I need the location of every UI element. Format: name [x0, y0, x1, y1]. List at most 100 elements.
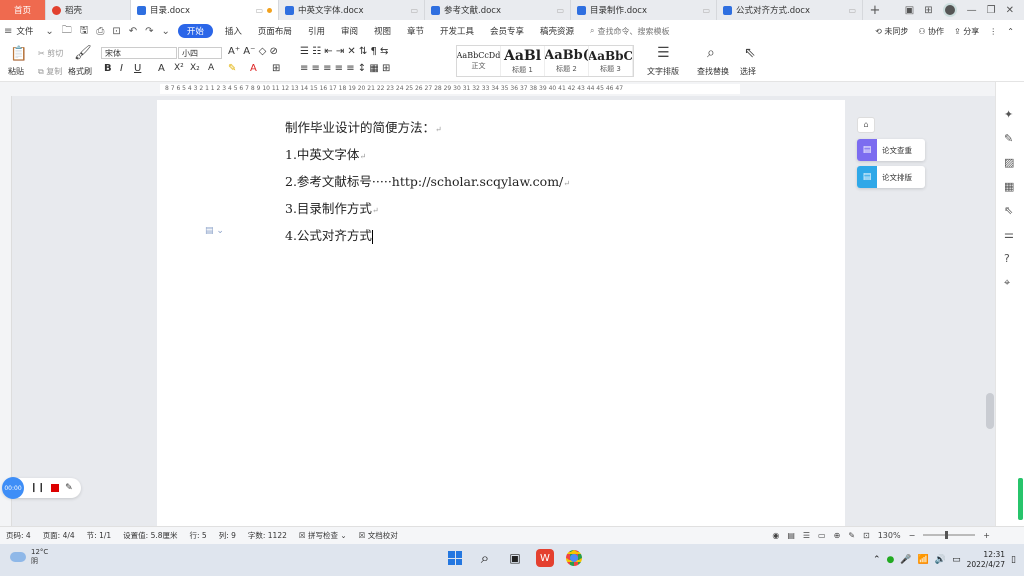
document-line-4[interactable]: 4.公式对齐方式 [285, 225, 373, 244]
format-painter-button[interactable]: 格式刷 [68, 66, 92, 77]
grid-icon[interactable]: ⊞ [924, 5, 932, 16]
bullet-list-icon[interactable]: ☰ ☷ ⇤ ⇥ ✕ ⇅ ¶ ⇆ [300, 46, 388, 57]
monitor-icon[interactable]: ▭ [255, 6, 263, 15]
menu-section[interactable]: 章节 [399, 20, 432, 42]
save-icon[interactable]: 🖫 [76, 23, 93, 40]
monitor-icon[interactable]: ▭ [556, 6, 564, 15]
layout-icon[interactable]: ▣ [905, 5, 914, 16]
fit-icon[interactable]: ⊡ [863, 531, 870, 540]
eye-icon[interactable]: ◉ [772, 531, 779, 540]
layout-panel-icon[interactable]: ▦ [1004, 180, 1014, 193]
strikethrough-icon[interactable]: A [158, 63, 165, 74]
pen-icon[interactable]: ✎ [65, 483, 73, 493]
grow-font-icon[interactable]: A⁺ A⁻ ◇ ⊘ [228, 46, 278, 57]
status-col[interactable]: 列: 9 [213, 530, 242, 541]
notification-icon[interactable]: ▯ [1011, 555, 1016, 565]
avatar[interactable] [942, 3, 957, 17]
magnifier-icon[interactable]: ⌕ [707, 45, 715, 61]
side-indicator[interactable] [1018, 478, 1023, 520]
zoom-in-icon[interactable]: + [983, 531, 990, 540]
style-normal[interactable]: AaBbCcDd 正文 [457, 46, 501, 76]
weather-widget[interactable]: 12°C 阴 [10, 548, 48, 566]
restore-icon[interactable]: ❐ [987, 5, 996, 16]
volume-icon[interactable]: 🔊 [935, 555, 946, 565]
paper-check-button[interactable]: ▤ 论文查重 [857, 139, 925, 161]
align-icons[interactable]: ≡ ≡ ≡ ≡ ≡ ↕ ▦ ⊞ [300, 63, 390, 74]
status-word-count[interactable]: 字数: 1122 [242, 530, 293, 541]
share-button[interactable]: ⇪ 分享 [954, 26, 979, 37]
outline-view-icon[interactable]: ☰ [803, 531, 810, 540]
status-pages[interactable]: 页面: 4/4 [37, 530, 81, 541]
document-line-1[interactable]: 1.中英文字体↵ [285, 144, 366, 163]
wifi-icon[interactable]: 📶 [918, 555, 929, 565]
zoom-slider-knob[interactable] [945, 531, 949, 539]
paste-icon[interactable]: 📋 [10, 46, 27, 62]
status-section[interactable]: 节: 1/1 [81, 530, 117, 541]
new-tab-icon[interactable]: + [863, 0, 887, 20]
collapse-icon[interactable]: ⌂ [857, 117, 875, 133]
mic-icon[interactable]: 🎤 [900, 555, 911, 565]
status-page-no[interactable]: 页码: 4 [0, 530, 37, 541]
bold-icon[interactable]: B [104, 63, 112, 74]
zoom-out-icon[interactable]: − [909, 531, 916, 540]
menu-member[interactable]: 会员专享 [482, 20, 532, 42]
hamburger-icon[interactable]: ≡ [0, 26, 16, 37]
page-view-icon[interactable]: ▤ [787, 531, 795, 540]
spell-check-button[interactable]: ☒ 拼写检查 ⌄ [293, 530, 353, 541]
web-view-icon[interactable]: ⊕ [834, 531, 841, 540]
wechat-icon[interactable]: ● [887, 555, 895, 565]
proofread-button[interactable]: ☒ 文档校对 [353, 530, 404, 541]
battery-icon[interactable]: ▭ [952, 555, 961, 565]
format-painter-icon[interactable]: 🖌 [74, 45, 92, 61]
monitor-icon[interactable]: ▭ [848, 6, 856, 15]
start-button[interactable] [446, 549, 464, 567]
paste-button[interactable]: 粘贴 [8, 66, 24, 77]
text-layout-button[interactable]: 文字排版 [647, 66, 679, 77]
clear-format-icon[interactable]: A [208, 63, 214, 73]
font-name-select[interactable]: 宋体 [101, 47, 177, 59]
menu-references[interactable]: 引用 [300, 20, 333, 42]
style-heading-1[interactable]: AaBl 标题 1 [501, 46, 545, 76]
redo-icon[interactable]: ↷ [141, 26, 157, 37]
tab-doc-5[interactable]: 公式对齐方式.docx ▭ [717, 0, 863, 20]
settings-sliders-icon[interactable]: ⚌ [1004, 228, 1014, 241]
status-row[interactable]: 行: 5 [184, 530, 213, 541]
task-view-icon[interactable]: ▣ [506, 549, 524, 567]
read-view-icon[interactable]: ▭ [818, 531, 826, 540]
search-icon[interactable]: ⌕ [476, 549, 494, 567]
chevron-down-icon[interactable]: ⌄ [158, 26, 174, 37]
chevron-up-icon[interactable]: ⌃ [873, 555, 881, 565]
minimize-icon[interactable]: — [967, 5, 977, 16]
vertical-scrollbar[interactable] [986, 393, 994, 429]
zoom-slider[interactable] [923, 531, 976, 539]
select-button[interactable]: 选择 [740, 66, 756, 77]
edit-icon[interactable]: ✎ [1004, 132, 1013, 145]
document-line-3[interactable]: 3.目录制作方式↵ [285, 198, 379, 217]
write-view-icon[interactable]: ✎ [848, 531, 855, 540]
tab-active-doc[interactable]: 目录.docx ▭ [131, 0, 279, 20]
monitor-icon[interactable]: ▭ [410, 6, 418, 15]
image-icon[interactable]: ▨ [1004, 156, 1014, 169]
help-icon[interactable]: ? [1004, 252, 1010, 265]
menu-insert[interactable]: 插入 [217, 20, 250, 42]
assistant-icon[interactable]: ✦ [1004, 108, 1013, 121]
collaborate-button[interactable]: ⚇ 协作 [918, 26, 944, 37]
vertical-ruler[interactable] [0, 96, 12, 526]
tab-daoke[interactable]: 稻壳 [46, 0, 131, 20]
menu-file[interactable]: 文件 [16, 20, 41, 42]
highlight-icon[interactable]: ✎ [228, 63, 236, 74]
char-border-icon[interactable]: ⊞ [272, 63, 280, 74]
pointer-icon[interactable]: ⇖ [1004, 204, 1013, 217]
font-color-icon[interactable]: A [250, 63, 257, 74]
close-icon[interactable]: ✕ [1006, 5, 1014, 16]
superscript-icon[interactable]: X² [174, 63, 184, 73]
document-page[interactable] [157, 100, 845, 526]
tab-doc-2[interactable]: 中英文字体.docx ▭ [279, 0, 425, 20]
menu-start[interactable]: 开始 [177, 24, 213, 38]
menu-resources[interactable]: 稿壳资源 [532, 20, 582, 42]
open-folder-icon[interactable]: 🗀 [58, 23, 76, 40]
location-icon[interactable]: ⌖ [1004, 276, 1010, 290]
cut-button[interactable]: ✂ 剪切 [38, 48, 63, 59]
horizontal-ruler[interactable]: 8 7 6 5 4 3 2 1 1 2 3 4 5 6 7 8 9 10 11 … [0, 82, 1024, 96]
screen-recorder[interactable]: 00:00 ❙❙ ✎ [2, 477, 81, 499]
